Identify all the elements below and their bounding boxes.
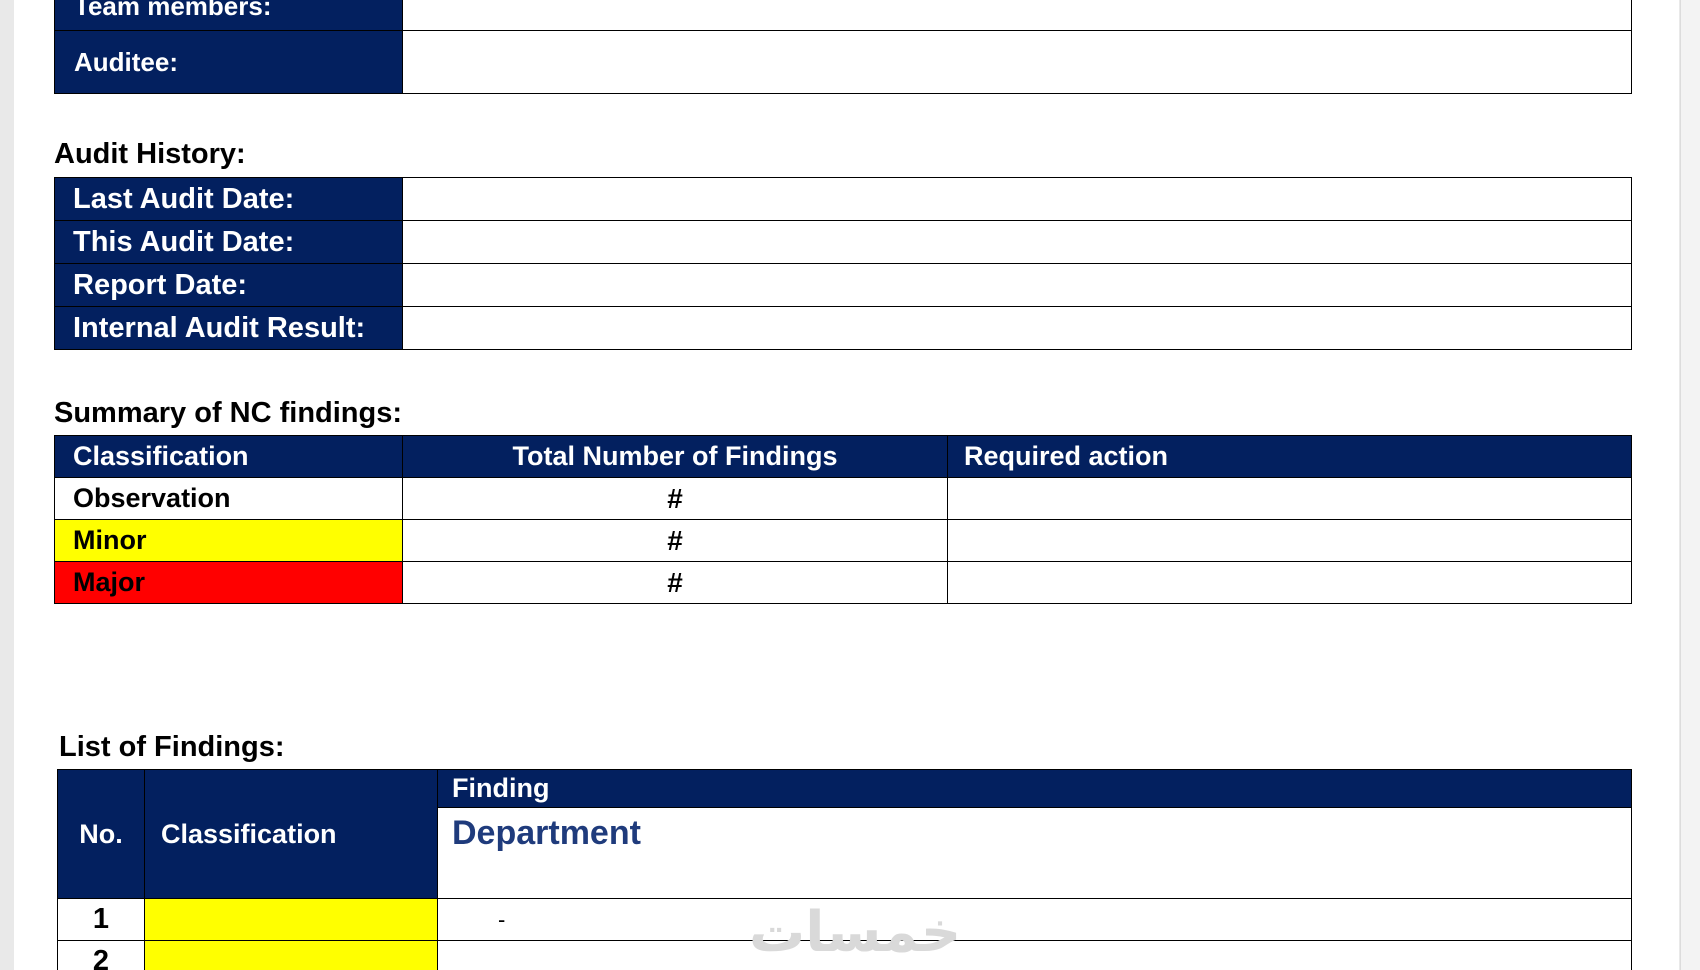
auditor-info-table: Team members: Auditee: — [54, 0, 1632, 94]
finding-no-cell: 1 — [57, 898, 145, 941]
report-date-value[interactable] — [402, 263, 1632, 307]
summary-count-cell[interactable]: # — [402, 477, 948, 520]
finding-classification-cell[interactable] — [144, 898, 438, 941]
summary-table: Classification Total Number of Findings … — [54, 435, 1632, 604]
summary-title: Summary of NC findings: — [54, 397, 403, 429]
vertical-scrollbar[interactable] — [1680, 0, 1700, 970]
summary-count-cell[interactable]: # — [402, 561, 948, 604]
internal-audit-result-label: Internal Audit Result: — [54, 306, 403, 350]
auditee-row: Auditee: — [54, 30, 1632, 94]
audit-history-title: Audit History: — [54, 138, 246, 170]
summary-row-minor: Minor # — [54, 519, 1632, 562]
findings-title: List of Findings: — [59, 731, 285, 763]
findings-header-no: No. — [57, 769, 145, 899]
summary-classification-cell: Observation — [54, 477, 403, 520]
summary-header-total: Total Number of Findings — [402, 435, 948, 478]
team-members-value[interactable] — [402, 0, 1632, 31]
this-audit-date-value[interactable] — [402, 220, 1632, 264]
summary-row-observation: Observation # — [54, 477, 1632, 520]
findings-header-department[interactable]: Department — [437, 807, 1632, 899]
finding-text: - — [498, 906, 506, 932]
audit-history-table: Last Audit Date: This Audit Date: Report… — [54, 177, 1632, 350]
auditee-value[interactable] — [402, 30, 1632, 94]
document-page: Team members: Auditee: Audit History: La… — [14, 0, 1679, 970]
summary-header-action: Required action — [947, 435, 1632, 478]
summary-action-cell[interactable] — [947, 561, 1632, 604]
team-members-label: Team members: — [54, 0, 403, 31]
summary-action-cell[interactable] — [947, 477, 1632, 520]
last-audit-date-row: Last Audit Date: — [54, 177, 1632, 221]
finding-text-cell[interactable] — [437, 940, 1632, 970]
internal-audit-result-row: Internal Audit Result: — [54, 306, 1632, 350]
last-audit-date-label: Last Audit Date: — [54, 177, 403, 221]
watermark: خمسات — [749, 900, 962, 965]
finding-text-cell[interactable]: - — [437, 898, 1632, 941]
finding-classification-cell[interactable] — [144, 940, 438, 970]
findings-header-row-1: No. Classification Finding — [57, 769, 1632, 899]
findings-header-finding: Finding — [437, 769, 1632, 808]
summary-count-cell[interactable]: # — [402, 519, 948, 562]
report-date-row: Report Date: — [54, 263, 1632, 307]
summary-action-cell[interactable] — [947, 519, 1632, 562]
summary-header-row: Classification Total Number of Findings … — [54, 435, 1632, 478]
internal-audit-result-value[interactable] — [402, 306, 1632, 350]
this-audit-date-row: This Audit Date: — [54, 220, 1632, 264]
auditee-label: Auditee: — [54, 30, 403, 94]
finding-no-cell: 2 — [57, 940, 145, 970]
report-date-label: Report Date: — [54, 263, 403, 307]
summary-classification-cell: Major — [54, 561, 403, 604]
team-members-row: Team members: — [54, 0, 1632, 31]
summary-header-classification: Classification — [54, 435, 403, 478]
scrollbar-thumb[interactable] — [1686, 0, 1696, 970]
summary-classification-cell: Minor — [54, 519, 403, 562]
summary-row-major: Major # — [54, 561, 1632, 604]
findings-header-classification: Classification — [144, 769, 438, 899]
this-audit-date-label: This Audit Date: — [54, 220, 403, 264]
last-audit-date-value[interactable] — [402, 177, 1632, 221]
